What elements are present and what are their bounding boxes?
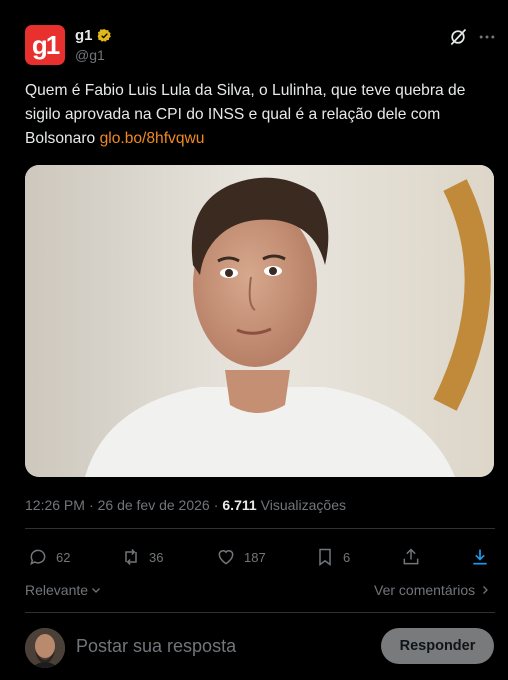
post-body: Quem é Fabio Luis Lula da Silva, o Lulin… [25,82,466,147]
logo-text: g1 [31,29,60,60]
repost-count: 36 [149,549,164,565]
sort-dropdown[interactable]: Relevante [25,582,102,598]
reply-icon [30,549,46,566]
bookmark-button[interactable]: 6 [315,547,350,567]
download-icon [473,549,487,565]
views-count: 6.711 [222,497,257,513]
reply-count: 62 [56,549,71,565]
account-name-row[interactable]: g1 [75,27,112,44]
repost-icon [125,548,137,566]
sort-label: Relevante [25,582,89,598]
post-photo[interactable] [25,165,494,477]
views-label: Visualizações [260,497,347,513]
reply-button[interactable]: 62 [28,547,70,567]
bookmark-icon [319,548,331,566]
meta-separator: · [213,497,219,513]
see-comments-link[interactable]: Ver comentários [374,582,491,598]
like-button[interactable]: 187 [216,547,266,567]
share-icon [403,548,419,565]
verified-badge-icon [97,28,111,42]
like-count: 187 [244,549,266,565]
account-handle[interactable]: @g1 [75,47,105,63]
post-link[interactable]: glo.bo/8hfvqwu [100,130,205,147]
download-button[interactable] [470,547,490,567]
user-avatar[interactable] [25,628,65,668]
see-comments-label: Ver comentários [374,582,476,598]
meta-separator: · [88,497,94,513]
post-date[interactable]: 26 de fev de 2026 [98,497,210,513]
grok-icon[interactable] [448,27,468,47]
repost-button[interactable]: 36 [121,547,163,567]
like-icon [218,550,234,565]
chevron-right-icon [483,586,489,594]
user-avatar-image [25,628,65,668]
bookmark-count: 6 [343,549,351,565]
g1-avatar[interactable]: g1 [25,25,65,65]
account-name[interactable]: g1 [75,27,93,44]
post-meta: 12:26 PM · 26 de fev de 2026 · 6.711 Vis… [25,497,346,513]
photo-illustration [25,165,494,477]
divider [25,612,495,613]
reply-submit-button[interactable]: Responder [381,628,494,664]
post-time[interactable]: 12:26 PM [25,497,85,513]
reply-input[interactable]: Postar sua resposta [76,636,236,657]
divider [25,528,495,529]
chevron-down-icon [92,588,100,593]
more-icon[interactable] [477,27,497,47]
share-button[interactable] [401,547,421,567]
post-text: Quem é Fabio Luis Lula da Silva, o Lulin… [25,79,487,151]
